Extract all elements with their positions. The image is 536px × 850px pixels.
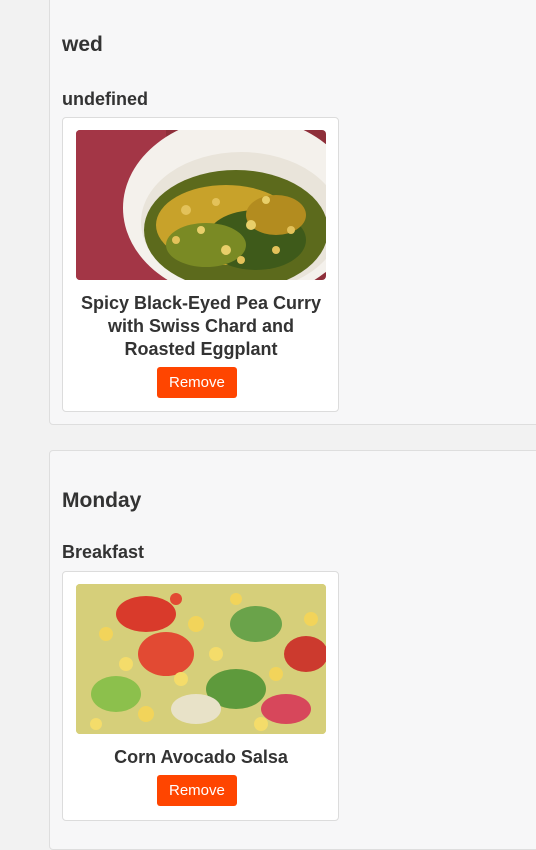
remove-button[interactable]: Remove [157, 775, 237, 806]
meal-title: Breakfast [62, 542, 145, 562]
meal-title: undefined [62, 89, 148, 109]
recipe-image[interactable] [76, 130, 326, 280]
day-panel: Monday Breakfast Corn Avocado Salsa Remo… [49, 450, 536, 850]
recipe-image[interactable] [76, 584, 326, 734]
day-title: Monday [62, 489, 142, 512]
remove-button[interactable]: Remove [157, 367, 237, 398]
day-panel: wed undefined Spicy Black-Eyed Pea Curry… [49, 0, 536, 425]
recipe-card: Corn Avocado Salsa Remove [62, 571, 339, 821]
recipe-card: Spicy Black-Eyed Pea Curry with Swiss Ch… [62, 117, 339, 412]
recipe-name[interactable]: Spicy Black-Eyed Pea Curry with Swiss Ch… [76, 292, 326, 361]
day-title: wed [62, 33, 103, 56]
recipe-name[interactable]: Corn Avocado Salsa [76, 746, 326, 769]
